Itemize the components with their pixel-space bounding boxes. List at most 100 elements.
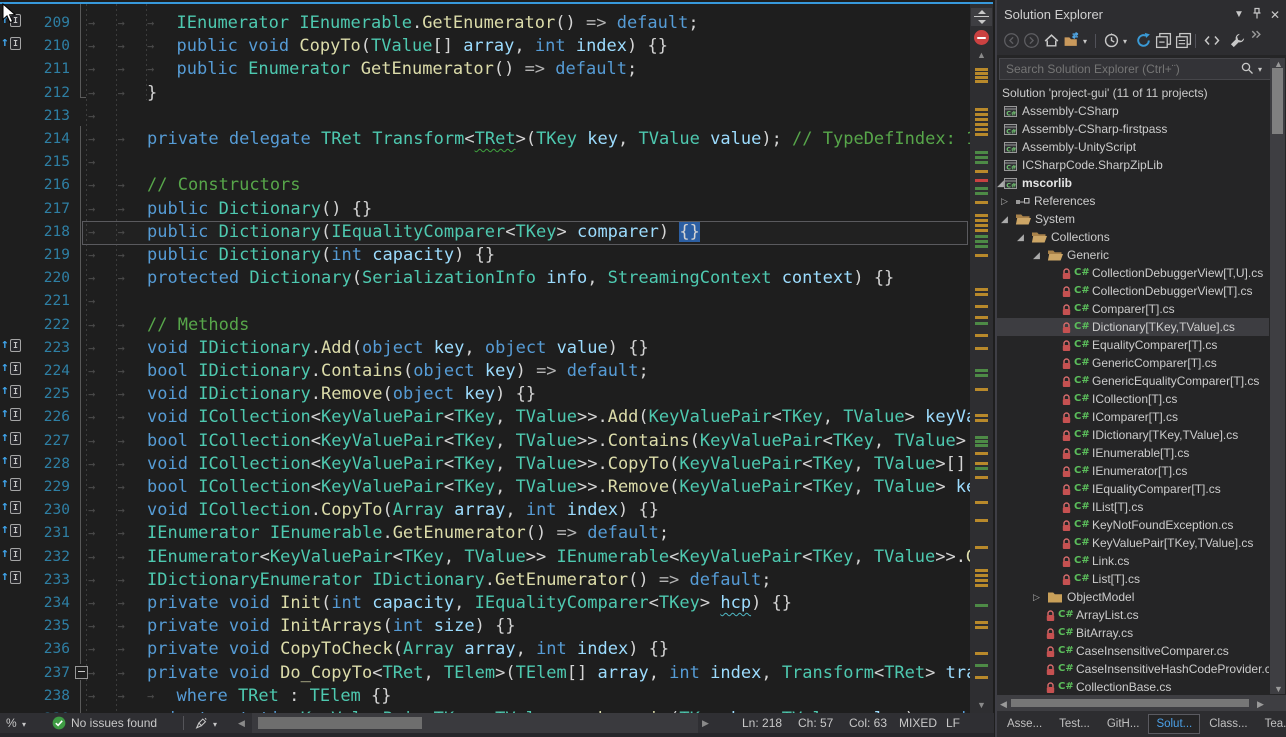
tree-item-keyvaluepair-tkey-tvalue-cs[interactable]: C#KeyValuePair[TKey,TValue].cs	[997, 534, 1269, 552]
tree-item-assembly-unityscript[interactable]: C#Assembly-UnityScript	[997, 138, 1269, 156]
status-col[interactable]: Col: 63	[849, 715, 887, 731]
implements-interface-gutter-icon[interactable]: ↑I	[1, 569, 21, 587]
tree-item-equalitycomparer-t-cs[interactable]: C#EqualityComparer[T].cs	[997, 336, 1269, 354]
refresh-icon[interactable]	[1135, 32, 1153, 50]
code-line-223[interactable]: ↑I223→→void IDictionary.Add(object key, …	[0, 337, 970, 361]
split-window-handle[interactable]	[971, 8, 992, 26]
tree-item-collectiondebuggerview-t-cs[interactable]: C#CollectionDebuggerView[T].cs	[997, 282, 1269, 300]
scroll-down-arrow-icon[interactable]: ▼	[1274, 684, 1283, 694]
editor-horizontal-scrollbar[interactable]	[252, 713, 698, 733]
code-line-235[interactable]: 235→→private void InitArrays(int size) {…	[0, 615, 970, 639]
tree-item-ienumerable-t-cs[interactable]: C#IEnumerable[T].cs	[997, 444, 1269, 462]
hscroll-left-arrow-icon[interactable]: ◀	[1000, 699, 1007, 710]
tree-item-generic[interactable]: ◢Generic	[997, 246, 1269, 264]
window-position-icon[interactable]: ▼	[1231, 7, 1247, 23]
implements-interface-gutter-icon[interactable]: ↑I	[1, 360, 21, 378]
code-line-227[interactable]: ↑I227→→bool ICollection<KeyValuePair<TKe…	[0, 430, 970, 454]
tree-item-genericcomparer-t-cs[interactable]: C#GenericComparer[T].cs	[997, 354, 1269, 372]
view-code-icon[interactable]	[1203, 32, 1221, 50]
switch-views-icon[interactable]	[1063, 32, 1081, 50]
implements-interface-gutter-icon[interactable]: ↑I	[1, 522, 21, 540]
tree-item-icsharpcode-sharpziplib[interactable]: C#ICSharpCode.SharpZipLib	[997, 156, 1269, 174]
tree-item-genericequalitycomparer-t-cs[interactable]: C#GenericEqualityComparer[T].cs	[997, 372, 1269, 390]
vscroll-thumb[interactable]	[1272, 68, 1283, 134]
code-line-237[interactable]: 237→→private void Do_CopyTo<TRet, TElem>…	[0, 662, 970, 686]
code-line-213[interactable]: 213→	[0, 105, 970, 129]
hscroll-thumb[interactable]	[1011, 699, 1249, 707]
tree-item-caseinsensitivecomparer-cs[interactable]: C#CaseInsensitiveComparer.cs	[997, 642, 1269, 660]
code-line-216[interactable]: 216→→// Constructors	[0, 174, 970, 198]
tree-item-dictionary-tkey-tvalue-cs[interactable]: C#Dictionary[TKey,TValue].cs	[997, 318, 1269, 336]
status-char[interactable]: Ch: 57	[798, 715, 833, 731]
code-line-233[interactable]: ↑I233→→IDictionaryEnumerator IDictionary…	[0, 569, 970, 593]
code-line-226[interactable]: ↑I226→→void ICollection<KeyValuePair<TKe…	[0, 406, 970, 430]
code-line-218[interactable]: 218→→public Dictionary(IEqualityComparer…	[0, 221, 970, 245]
tree-item-system[interactable]: ◢System	[997, 210, 1269, 228]
show-all-files-icon[interactable]	[1175, 32, 1193, 50]
close-icon[interactable]: ✕	[1267, 7, 1283, 23]
code-line-211[interactable]: 211→→→public Enumerator GetEnumerator() …	[0, 58, 970, 82]
hscroll-right-arrow-icon[interactable]: ▶	[1257, 699, 1264, 710]
tree-item-ienumerator-t-cs[interactable]: C#IEnumerator[T].cs	[997, 462, 1269, 480]
tree-item-mscorlib[interactable]: ◢C#mscorlib	[997, 174, 1269, 192]
tree-item-caseinsensitivehashcodeprovider-cs[interactable]: C#CaseInsensitiveHashCodeProvider.cs	[997, 660, 1269, 678]
tree-item-icomparer-t-cs[interactable]: C#IComparer[T].cs	[997, 408, 1269, 426]
code-line-215[interactable]: 215→	[0, 151, 970, 175]
code-line-210[interactable]: ↑I210→→→public void CopyTo(TValue[] arra…	[0, 35, 970, 59]
tree-item-ilist-t-cs[interactable]: C#IList[T].cs	[997, 498, 1269, 516]
forward-icon[interactable]	[1023, 32, 1041, 50]
search-box[interactable]: ▾	[999, 58, 1271, 80]
implements-interface-gutter-icon[interactable]: ↑I	[1, 430, 21, 448]
tool-window-tab-class[interactable]: Class...	[1201, 714, 1255, 734]
collapse-chevron-icon[interactable]: ◢	[1017, 231, 1024, 243]
search-options-caret-icon[interactable]: ▾	[1258, 65, 1262, 74]
tree-item-collections[interactable]: ◢Collections	[997, 228, 1269, 246]
code-line-225[interactable]: ↑I225→→void IDictionary.Remove(object ke…	[0, 383, 970, 407]
expand-chevron-icon[interactable]: ▷	[1001, 195, 1008, 207]
tree-item-icollection-t-cs[interactable]: C#ICollection[T].cs	[997, 390, 1269, 408]
scroll-down-arrow-icon[interactable]: ▼	[977, 700, 986, 710]
status-encoding[interactable]: MIXED	[899, 715, 937, 731]
code-line-217[interactable]: 217→→public Dictionary() {}	[0, 198, 970, 222]
tree-item-collectiondebuggerview-t-u-cs[interactable]: C#CollectionDebuggerView[T,U].cs	[997, 264, 1269, 282]
tree-item-objectmodel[interactable]: ▷ObjectModel	[997, 588, 1269, 606]
tool-window-tab-gith[interactable]: GitH...	[1099, 714, 1148, 734]
tree-item-list-t-cs[interactable]: C#List[T].cs	[997, 570, 1269, 588]
tree-vertical-scrollbar[interactable]: ▲ ▼	[1270, 58, 1285, 694]
search-icon[interactable]	[1240, 61, 1255, 76]
implements-interface-gutter-icon[interactable]: ↑I	[1, 546, 21, 564]
solution-explorer-header[interactable]: Solution Explorer ▼ ✕	[997, 0, 1286, 28]
back-icon[interactable]	[1003, 32, 1021, 50]
tree-item-idictionary-tkey-tvalue-cs[interactable]: C#IDictionary[TKey,TValue].cs	[997, 426, 1269, 444]
tree-item-iequalitycomparer-t-cs[interactable]: C#IEqualityComparer[T].cs	[997, 480, 1269, 498]
pin-icon[interactable]	[1249, 7, 1265, 23]
tool-window-tab-solut[interactable]: Solut...	[1148, 714, 1200, 734]
switch-views-caret-icon[interactable]: ▾	[1083, 37, 1087, 46]
home-icon[interactable]	[1043, 32, 1061, 50]
code-line-220[interactable]: 220→→protected Dictionary(SerializationI…	[0, 267, 970, 291]
issues-status[interactable]: No issues found	[71, 715, 157, 731]
tree-horizontal-scrollbar[interactable]: ◀ ▶	[997, 695, 1286, 711]
implements-interface-gutter-icon[interactable]: ↑I	[1, 383, 21, 401]
tree-item-arraylist-cs[interactable]: C#ArrayList.cs	[997, 606, 1269, 624]
code-line-221[interactable]: 221→	[0, 290, 970, 314]
implements-interface-gutter-icon[interactable]: ↑I	[1, 453, 21, 471]
code-line-224[interactable]: ↑I224→→bool IDictionary.Contains(object …	[0, 360, 970, 384]
tree-item-assembly-csharp[interactable]: C#Assembly-CSharp	[997, 102, 1269, 120]
status-line[interactable]: Ln: 218	[742, 715, 782, 731]
code-line-231[interactable]: ↑I231→→IEnumerator IEnumerable.GetEnumer…	[0, 522, 970, 546]
hscroll-thumb[interactable]	[258, 717, 422, 729]
code-line-209[interactable]: ↑I209→→→IEnumerator IEnumerable.GetEnume…	[0, 12, 970, 36]
tree-item-bitarray-cs[interactable]: C#BitArray.cs	[997, 624, 1269, 642]
overflow-icon[interactable]	[1249, 29, 1267, 47]
tree-item-comparer-t-cs[interactable]: C#Comparer[T].cs	[997, 300, 1269, 318]
status-eol[interactable]: LF	[946, 715, 960, 731]
code-line-234[interactable]: 234→→private void Init(int capacity, IEq…	[0, 592, 970, 616]
code-cleanup-icon[interactable]	[194, 716, 209, 734]
properties-icon[interactable]	[1229, 32, 1247, 50]
code-line-238[interactable]: 238→→→where TRet : TElem {}	[0, 685, 970, 709]
implements-interface-gutter-icon[interactable]: ↑I	[1, 499, 21, 517]
hscroll-left-arrow-icon[interactable]: ◀	[238, 715, 245, 731]
tree-item-link-cs[interactable]: C#Link.cs	[997, 552, 1269, 570]
code-line-222[interactable]: 222→→// Methods	[0, 314, 970, 338]
